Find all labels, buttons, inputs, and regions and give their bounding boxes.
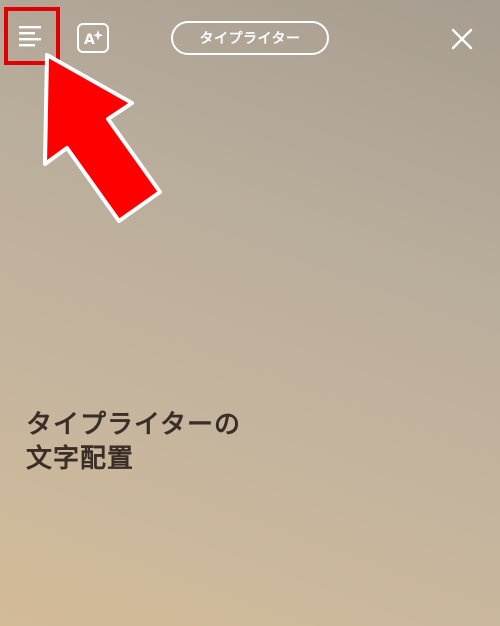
top-toolbar: A タイプライター — [0, 0, 500, 80]
text-effects-icon: A — [84, 30, 103, 48]
caption-line-2: 文字配置 — [26, 444, 135, 474]
annotation-arrow — [43, 53, 162, 223]
caption-line-1: タイプライターの — [26, 410, 241, 440]
font-style-button[interactable]: タイプライター — [171, 21, 329, 55]
text-effects-button[interactable]: A — [77, 23, 109, 53]
caption-text: タイプライターの 文字配置 — [26, 408, 241, 476]
close-button[interactable] — [445, 22, 479, 56]
align-left-icon — [19, 26, 41, 47]
story-editor-canvas: A タイプライター タイプライターの 文字配置 — [0, 0, 500, 626]
text-align-button[interactable] — [4, 7, 60, 65]
close-icon — [451, 28, 473, 50]
svg-text:A: A — [84, 32, 95, 48]
